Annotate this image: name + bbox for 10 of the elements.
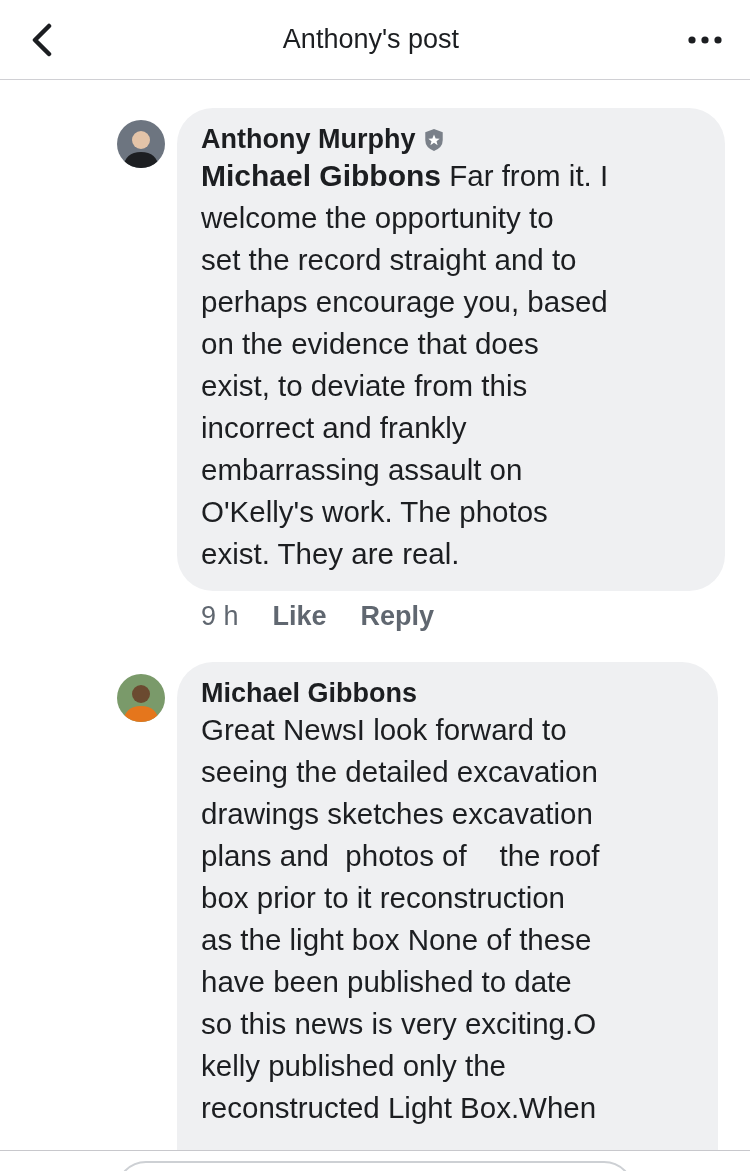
comment-text: Michael Gibbons Far from it. I welcome the opportunity to set the record straight and to perhaps encourage you, based on the evidence that does exist, to deviate from this incorrect and frankly embarrassing assault on O'Kelly's work. The photos exist. They are real. xyxy=(201,158,610,572)
author-name[interactable]: Michael Gibbons xyxy=(201,678,418,709)
reply-link[interactable]: Reply xyxy=(360,601,435,632)
like-link[interactable]: Like xyxy=(272,601,327,632)
page-title: Anthony's post xyxy=(282,24,460,55)
back-icon[interactable] xyxy=(30,22,54,57)
more-icon[interactable] xyxy=(688,34,722,45)
comment-time: 9 h xyxy=(201,601,239,632)
author-name[interactable]: Anthony Murphy xyxy=(201,124,416,155)
comment-text: Great NewsI look forward to seeing the detailed excavation drawings sketches excavation plans and photos of the roof box prior to it reconstruction as the light box None of these have been published to date so this news is very exciting.O kelly published only the reconstructed Light Box.When xyxy=(201,712,601,1126)
